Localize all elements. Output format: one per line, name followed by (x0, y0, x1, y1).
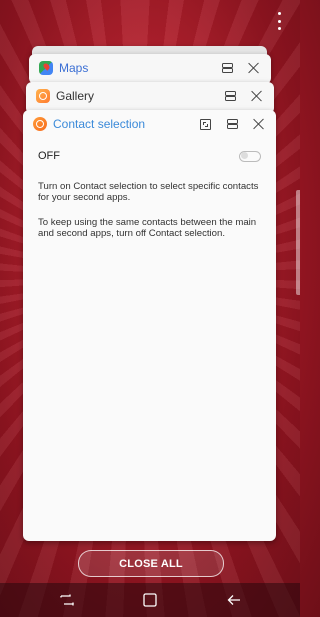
home-icon[interactable] (142, 593, 158, 607)
edge-panel-handle[interactable] (296, 190, 300, 295)
contact-selection-toggle[interactable] (239, 150, 261, 162)
popup-view-icon (199, 118, 211, 130)
popup-view-button[interactable] (197, 116, 213, 132)
recents-icon[interactable] (59, 593, 75, 607)
close-all-button[interactable]: CLOSE ALL (78, 550, 224, 577)
close-maps-button[interactable] (245, 60, 261, 76)
app-title-maps: Maps (59, 61, 89, 75)
close-icon (252, 118, 264, 130)
description-turn-on: Turn on Contact selection to select spec… (38, 181, 259, 203)
contact-selection-setting-row[interactable]: OFF (38, 148, 261, 164)
split-screen-icon (224, 90, 236, 102)
split-screen-button[interactable] (219, 60, 235, 76)
navigation-bar (0, 583, 300, 617)
close-icon (250, 90, 262, 102)
maps-app-icon (39, 61, 53, 75)
split-screen-button[interactable] (224, 116, 240, 132)
close-icon (247, 62, 259, 74)
split-screen-icon (221, 62, 233, 74)
recent-app-card-maps[interactable]: Maps (29, 54, 271, 84)
app-title-gallery: Gallery (56, 89, 95, 103)
description-turn-off: To keep using the same contacts between … (38, 217, 257, 239)
split-screen-icon (226, 118, 238, 130)
contact-selection-app-icon (33, 117, 47, 131)
back-icon[interactable] (226, 593, 242, 607)
close-contact-selection-button[interactable] (250, 116, 266, 132)
gallery-app-icon (36, 89, 50, 103)
toggle-knob (240, 152, 248, 159)
more-options-icon[interactable] (274, 12, 284, 30)
app-title-contact-selection: Contact selection (53, 117, 146, 131)
close-gallery-button[interactable] (248, 88, 264, 104)
setting-state-label: OFF (38, 150, 60, 162)
recent-app-card-contact-selection[interactable]: Contact selection OFF Turn on Contact se… (23, 110, 276, 541)
split-screen-button[interactable] (222, 88, 238, 104)
